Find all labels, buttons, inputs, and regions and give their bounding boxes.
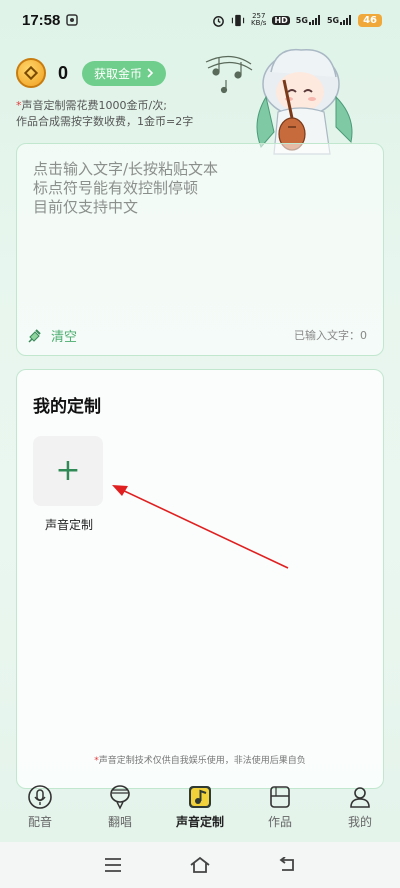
- get-coins-label: 获取金币: [94, 66, 143, 81]
- tab-cover[interactable]: 翻唱: [80, 783, 160, 830]
- signal-bars-icon: [308, 15, 320, 25]
- home-nav-button[interactable]: [188, 853, 212, 877]
- signal-5g-2: 5G: [327, 15, 352, 25]
- text-input-area[interactable]: 点击输入文字/长按粘贴文本 标点符号能有效控制停顿 目前仅支持中文 清空 已输入…: [16, 143, 384, 356]
- tab-label: 翻唱: [107, 815, 132, 829]
- add-voice-custom-button[interactable]: +: [33, 436, 103, 506]
- music-note-icon: [186, 783, 214, 811]
- disclaimer-text: 声音定制技术仅供自我娱乐使用，非法使用后果自负: [98, 756, 306, 766]
- tab-label: 配音: [27, 815, 52, 829]
- plus-icon: +: [55, 453, 81, 488]
- microphone-icon: [26, 783, 54, 811]
- tab-dubbing[interactable]: 配音: [0, 783, 80, 830]
- clear-label: 清空: [51, 330, 78, 345]
- hd-badge: HD: [272, 15, 290, 25]
- person-icon: [346, 783, 374, 811]
- custom-title: 我的定制: [33, 397, 101, 417]
- text-input-placeholder: 点击输入文字/长按粘贴文本 标点符号能有效控制停顿 目前仅支持中文: [33, 160, 219, 216]
- signal-bars-icon: [340, 15, 352, 25]
- system-nav-bar: [0, 842, 400, 888]
- coin-count: 0: [58, 62, 69, 83]
- notice-line-1: 声音定制需花费1000金币/次;: [21, 99, 167, 112]
- chevron-right-icon: [147, 68, 154, 78]
- clear-button[interactable]: 清空: [27, 326, 77, 345]
- disclaimer: *声音定制技术仅供自我娱乐使用，非法使用后果自负: [94, 756, 306, 766]
- input-char-count: 已输入文字：0: [294, 329, 367, 342]
- bottom-tab-bar: 配音 翻唱 声音定制 作品 我的: [0, 783, 400, 839]
- status-time: 17:58: [22, 11, 61, 29]
- alarm-icon: [213, 15, 224, 27]
- coin-notice: *声音定制需花费1000金币/次; 作品合成需按字数收费，1金币=2字: [16, 99, 194, 128]
- coin-row: 0 获取金币: [16, 58, 167, 88]
- tab-label: 声音定制: [175, 815, 224, 829]
- mascot-illustration: [205, 48, 353, 155]
- balloon-mic-icon: [106, 783, 134, 811]
- tab-voice-custom[interactable]: 声音定制: [160, 783, 240, 830]
- back-nav-button[interactable]: [275, 853, 299, 877]
- menu-nav-button[interactable]: [101, 853, 125, 877]
- home-icon: [190, 856, 210, 873]
- add-voice-custom-label: 声音定制: [44, 518, 93, 532]
- status-left: 17:58: [22, 11, 79, 29]
- gallery-icon: [66, 14, 79, 26]
- signal-5g-1: 5G: [296, 15, 321, 25]
- get-coins-button[interactable]: 获取金币: [82, 60, 167, 86]
- tab-label: 作品: [267, 815, 292, 829]
- my-custom-card: 我的定制 + 声音定制 *声音定制技术仅供自我娱乐使用，非法使用后果自负: [16, 369, 384, 789]
- menu-icon: [105, 858, 122, 872]
- folder-icon: [266, 783, 294, 811]
- notice-line-2: 作品合成需按字数收费，1金币=2字: [16, 115, 194, 128]
- broom-icon: [28, 328, 41, 343]
- status-right: 257 KB/s HD 5G 5G 46: [212, 13, 382, 27]
- music-notes-icon: [205, 55, 253, 94]
- tab-mine[interactable]: 我的: [320, 783, 400, 830]
- coin-icon: [16, 58, 46, 88]
- tab-works[interactable]: 作品: [240, 783, 320, 830]
- net-speed: 257 KB/s: [251, 12, 267, 27]
- vibrate-icon: [231, 14, 245, 26]
- status-bar: 17:58 257 KB/s HD 5G 5G 46: [0, 0, 400, 40]
- battery-indicator: 46: [358, 13, 382, 27]
- tab-label: 我的: [347, 815, 372, 829]
- back-icon: [279, 857, 294, 871]
